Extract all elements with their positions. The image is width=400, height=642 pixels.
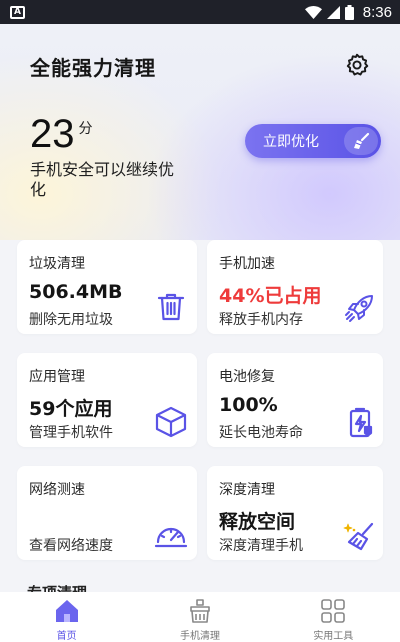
- card-network-speed[interactable]: 网络测速 查看网络速度: [17, 466, 197, 560]
- card-value: 506.4MB: [29, 281, 123, 303]
- score-description: 手机安全可以继续优化: [30, 160, 175, 199]
- card-subtitle: 管理手机软件: [29, 425, 113, 441]
- card-subtitle: 删除无用垃圾: [29, 312, 113, 328]
- optimize-button-label: 立即优化: [263, 134, 319, 150]
- rocket-icon: [345, 295, 373, 322]
- card-title: 网络测速: [29, 482, 85, 498]
- broom-icon: [343, 522, 374, 551]
- tab-tools[interactable]: 实用工具: [267, 592, 400, 642]
- signal-icon: [326, 5, 340, 19]
- battery-icon: [349, 407, 373, 438]
- card-value: 59个应用: [29, 398, 113, 420]
- status-bar: A 8:36: [0, 0, 400, 24]
- grid-icon: [321, 599, 346, 623]
- card-title: 深度清理: [219, 482, 275, 498]
- card-value: 44%已占用: [219, 285, 322, 307]
- gear-icon: [346, 53, 369, 76]
- card-subtitle: 深度清理手机: [219, 538, 303, 554]
- cube-icon: [155, 406, 187, 438]
- card-title: 应用管理: [29, 369, 85, 385]
- sweep-icon: [344, 127, 378, 155]
- card-battery-repair[interactable]: 电池修复 100% 延长电池寿命: [207, 353, 383, 447]
- app-notification-icon: A: [10, 5, 25, 19]
- card-subtitle: 查看网络速度: [29, 538, 113, 554]
- score-unit: 分: [78, 121, 93, 137]
- health-score: 23 分: [30, 112, 93, 156]
- cleaner-icon: [190, 599, 210, 623]
- card-deep-clean[interactable]: 深度清理 释放空间 深度清理手机: [207, 466, 383, 560]
- home-icon: [55, 600, 78, 622]
- tab-home[interactable]: 首页: [0, 592, 133, 642]
- tab-phone-clean[interactable]: 手机清理: [133, 592, 266, 642]
- card-title: 电池修复: [219, 369, 275, 385]
- card-junk-clean[interactable]: 垃圾清理 506.4MB 删除无用垃圾: [17, 240, 197, 334]
- trash-icon: [157, 293, 185, 321]
- card-value: 释放空间: [219, 511, 296, 533]
- battery-status-icon: [344, 4, 354, 20]
- settings-button[interactable]: [343, 51, 371, 79]
- score-value: 23: [30, 112, 75, 156]
- card-title: 手机加速: [219, 256, 275, 272]
- tab-label: 手机清理: [179, 631, 220, 642]
- card-subtitle: 释放手机内存: [219, 312, 303, 328]
- wifi-icon: [304, 5, 322, 19]
- speedometer-icon: [154, 527, 188, 548]
- bottom-tab-bar: 首页 手机清理 实用工具: [0, 592, 400, 642]
- page-title: 全能强力清理: [30, 56, 156, 80]
- tab-label: 首页: [56, 631, 77, 642]
- card-app-manager[interactable]: 应用管理 59个应用 管理手机软件: [17, 353, 197, 447]
- card-subtitle: 延长电池寿命: [219, 425, 303, 441]
- tab-label: 实用工具: [313, 631, 354, 642]
- clock: 8:36: [362, 3, 392, 21]
- card-title: 垃圾清理: [29, 256, 85, 272]
- card-phone-boost[interactable]: 手机加速 44%已占用 释放手机内存: [207, 240, 383, 334]
- optimize-button[interactable]: 立即优化: [245, 124, 381, 158]
- card-value: 100%: [219, 394, 278, 416]
